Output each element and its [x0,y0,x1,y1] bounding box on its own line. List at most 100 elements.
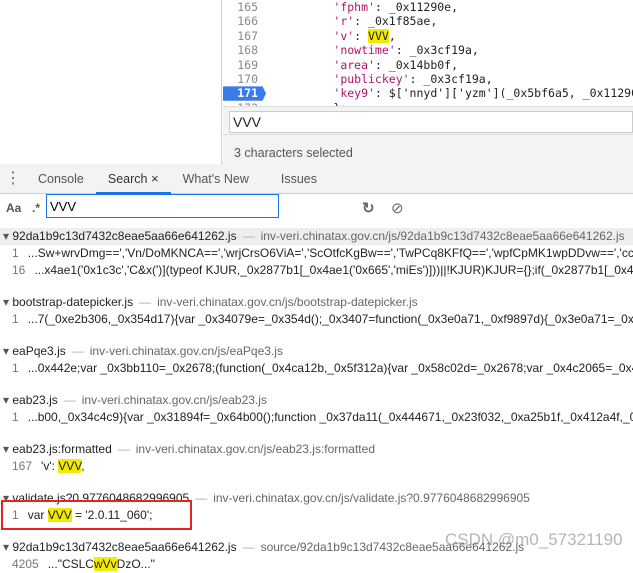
line-number[interactable]: 167 [223,29,266,43]
code-key: 'key9' [333,86,375,101]
result-line[interactable]: 1 ...Sw+wrvDmg==','Vn/DoMKNCA==','wrjCrsO… [0,245,633,262]
result-line-number: 4205 [12,557,39,571]
code-line: 171 'key9': $['nnyd']['yzm'](_0x5bf6a5, … [223,86,633,101]
tab-whats-new[interactable]: What's New [171,164,261,194]
line-number[interactable]: 165 [223,0,266,14]
find-input[interactable] [229,111,633,133]
result-line[interactable]: 16 ...x4ae1('0x1c3c','C&x(')](typeof KJUR… [0,262,633,279]
result-file-name: eab23.js:formatted [12,442,112,456]
code-text: 'publickey': _0x3cf19a, [266,71,493,86]
code-editor[interactable]: 165 'fphm': _0x11290e, 166 'r': _0x1f85ae… [223,0,633,106]
result-file-header[interactable]: ▾ eab23.js — inv-veri.chinatax.gov.cn/js/e… [0,392,633,409]
result-text: 'v': [41,459,59,473]
result-line[interactable]: 1 ...7(_0xe2b306,_0x354d17){var _0x34079e… [0,311,633,328]
result-file-name: 92da1b9c13d7432c8eae5aa66e641262.js [12,540,237,554]
search-highlight: VVV [58,459,82,473]
code-line: 169 'area': _0x14bb0f, [223,58,633,72]
separator: — [117,442,130,456]
result-line-number: 167 [12,459,33,473]
line-number[interactable]: 170 [223,72,266,86]
result-line[interactable]: 1 ...0x442e;var _0x3bb110=_0x2678;(functi… [0,360,633,377]
code-value: : _0x3cf19a, [409,71,493,86]
result-file-url: inv-veri.chinatax.gov.cn/js/eab23.js [81,393,267,407]
result-line-number: 16 [12,263,26,277]
expand-triangle-icon[interactable]: ▾ [3,442,12,456]
result-file-header[interactable]: ▾ 92da1b9c13d7432c8eae5aa66e641262.js — in… [0,228,633,245]
code-text: 'fphm': _0x11290e, [266,0,458,14]
regex-toggle[interactable]: .* [32,201,40,215]
code-key: 'area' [333,57,375,72]
result-file-header[interactable]: ▾ eaPqe3.js — inv-veri.chinatax.gov.cn/js/… [0,343,633,360]
expand-triangle-icon[interactable]: ▾ [3,344,12,358]
code-key: 'nowtime' [333,43,396,58]
result-line-number: 1 [12,361,19,375]
separator: — [139,295,152,309]
code-text: 'r': _0x1f85ae, [266,14,437,28]
result-file-header[interactable]: ▾ eab23.js:formatted — inv-veri.chinatax.g… [0,441,633,458]
result-text: ...Sw+wrvDmg==','Vn/DoMKNCA==','wrjCrsO6… [27,246,633,260]
result-line[interactable]: 1 ...b00,_0x34c4c9){var _0x31894f=_0x64b0… [0,409,633,426]
clear-icon[interactable]: ⊘ [391,199,404,217]
result-text: ...7(_0xe2b306,_0x354d17){var _0x34079e=… [27,312,633,326]
navigator-pane [0,0,222,164]
result-text: ...b00,_0x34c4c9){var _0x31894f=_0x64b00… [27,410,633,424]
line-number[interactable]: 166 [223,14,266,28]
tab-issues[interactable]: Issues [269,164,329,194]
annotation-box [1,500,192,530]
result-file-url: inv-veri.chinatax.gov.cn/js/bootstrap-da… [157,295,418,309]
code-key: 'r' [333,14,355,29]
result-line-number: 1 [12,410,19,424]
separator: — [242,540,255,554]
line-number[interactable]: 171 [223,86,266,101]
result-text: ..."CSLC [47,557,94,571]
tab-console[interactable]: Console [26,164,96,194]
code-value: : _0x1f85ae, [354,14,438,29]
sources-panel: 165 'fphm': _0x11290e, 166 'r': _0x1f85ae… [0,0,633,164]
result-text-after: , [81,459,85,473]
search-input[interactable] [46,194,279,218]
code-value: : $['nnyd']['yzm'](_0x5bf6a5, _0x11290e,… [374,86,633,101]
search-toolbar: Aa .* ↻ ⊘ [0,194,633,222]
code-line: 165 'fphm': _0x11290e, [223,0,633,14]
separator: — [71,344,84,358]
result-file-name: 92da1b9c13d7432c8eae5aa66e641262.js [12,229,237,243]
result-line[interactable]: 167 'v': VVV, [0,458,633,475]
separator: — [195,491,208,505]
expand-triangle-icon[interactable]: ▾ [3,229,12,243]
code-line: 167 'v': VVV, [223,28,633,43]
expand-triangle-icon[interactable]: ▾ [3,393,12,407]
result-file-name: eab23.js [12,393,58,407]
drawer-menu-icon[interactable]: ⋮ [0,170,26,186]
code-text: 'key9': $['nnyd']['yzm'](_0x5bf6a5, _0x1… [266,86,633,100]
result-text: ...0x442e;var _0x3bb110=_0x2678;(functio… [27,361,633,375]
code-text: 'v': VVV, [266,28,396,43]
code-key: 'fphm' [333,0,375,14]
result-file-header[interactable]: ▾ bootstrap-datepicker.js — inv-veri.china… [0,294,633,311]
result-text: ...x4ae1('0x1c3c','C&x(')](typeof KJUR,_… [34,263,633,277]
separator: — [63,393,76,407]
search-highlight: VVV [368,28,389,43]
separator: — [242,229,255,243]
expand-triangle-icon[interactable]: ▾ [3,540,12,554]
code-value: : _0x14bb0f, [374,57,459,72]
close-tab-icon[interactable]: × [151,171,159,186]
refresh-icon[interactable]: ↻ [362,199,375,217]
code-line: 166 'r': _0x1f85ae, [223,14,633,28]
code-text: 'nowtime': _0x3cf19a, [266,43,478,58]
result-file-url: inv-veri.chinatax.gov.cn/js/validate.js?… [213,491,530,505]
expand-triangle-icon[interactable]: ▾ [3,295,12,309]
line-number[interactable]: 168 [223,43,266,57]
tab-search[interactable]: Search × [95,164,171,194]
result-file-url: inv-veri.chinatax.gov.cn/js/eaPqe3.js [89,344,283,358]
line-number[interactable]: 169 [223,58,266,72]
drawer-tabbar: ⋮ Console Search × What's New Issues [0,164,633,194]
result-file-name: bootstrap-datepicker.js [12,295,134,309]
result-file-name: eaPqe3.js [12,344,66,358]
code-line: 170 'publickey': _0x3cf19a, [223,72,633,86]
match-case-toggle[interactable]: Aa [6,201,21,215]
result-text-after: DzO..." [116,557,155,571]
